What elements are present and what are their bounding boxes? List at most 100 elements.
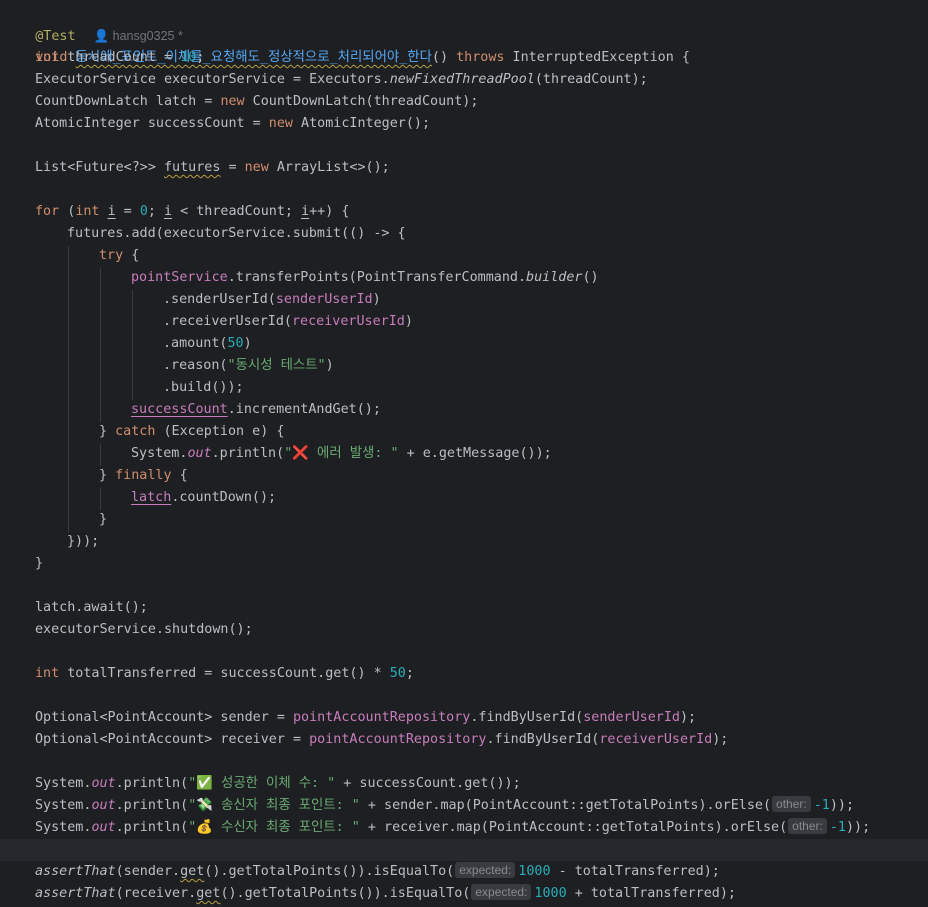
code-line[interactable]: .amount(50) [0,333,928,355]
kw: new [244,160,269,175]
kw: catch [115,424,156,439]
code-text: () [582,270,599,285]
code-text: System. [35,776,92,791]
code-line[interactable]: latch.await(); [0,597,928,619]
code-text: )); [829,798,855,813]
code-text: + e.getMessage()); [398,446,552,461]
code-line[interactable]: futures.add(executorService.submit(() ->… [0,223,928,245]
code-line[interactable]: try { [0,245,928,267]
code-text: Optional<PointAccount> sender = [35,710,293,725]
code-text: ++) { [309,204,350,219]
static-method: builder [526,270,583,285]
code-text: .println( [115,798,189,813]
code-line[interactable]: } catch (Exception e) { [0,421,928,443]
check-mark-icon: ✅ [196,776,213,791]
code-text: .amount( [163,336,228,351]
string-literal: 에러 발생: " [308,446,399,461]
code-text: .countDown(); [171,490,277,505]
code-line[interactable]: })); [0,531,928,553]
code-line[interactable]: @Test 👤 hansg0325 * [0,3,928,44]
num: 0 [139,204,148,219]
code-line[interactable]: System.out.println("❌ 에러 발생: " + e.getMe… [0,443,928,465]
code-line[interactable]: AtomicInteger successCount = new AtomicI… [0,113,928,135]
code-line[interactable]: .senderUserId(senderUserId) [0,289,928,311]
code-text: } [99,424,116,439]
code-text: totalTransferred = successCount.get() * [59,666,390,681]
code-line[interactable]: Optional<PointAccount> receiver = pointA… [0,729,928,751]
loop-var: i [301,204,310,219]
code-text: .senderUserId( [163,292,276,307]
code-text: System. [35,798,92,813]
code-text: } [99,512,108,527]
current-line[interactable] [0,839,928,861]
code-line[interactable]: int threadCount = 10; [0,47,928,69]
code-line[interactable]: for (int i = 0; i < threadCount; i++) { [0,201,928,223]
code-text: .println( [115,820,189,835]
code-line[interactable]: successCount.incrementAndGet(); [0,399,928,421]
code-line[interactable]: System.out.println("💰 수신자 최종 포인트: " + re… [0,817,928,839]
code-text: } [35,556,44,571]
code-text: { [171,468,188,483]
code-line[interactable]: List<Future<?>> futures = new ArrayList<… [0,157,928,179]
num: 1000 [518,864,551,879]
kw: finally [115,468,172,483]
code-line[interactable]: .reason("동시성 테스트") [0,355,928,377]
num: -1 [829,820,846,835]
num: -1 [813,798,830,813]
code-line[interactable]: assertThat(receiver.get().getTotalPoints… [0,883,928,905]
code-line[interactable]: CountDownLatch latch = new CountDownLatc… [0,91,928,113]
code-line[interactable]: } finally { [0,465,928,487]
code-text: { [123,248,140,263]
code-text: ); [679,710,697,725]
code-text: )); [845,820,871,835]
num: 10 [180,50,197,65]
code-text: CountDownLatch(threadCount); [244,94,479,109]
code-line[interactable]: System.out.println("✅ 성공한 이체 수: " + succ… [0,773,928,795]
code-line[interactable]: latch.countDown(); [0,487,928,509]
code-text: })); [67,534,100,549]
code-line[interactable]: executorService.shutdown(); [0,619,928,641]
static-method: assertThat [35,886,116,901]
code-text: ) [372,292,381,307]
code-text: .incrementAndGet(); [227,402,381,417]
static-field: out [91,776,116,791]
code-text: CountDownLatch latch = [35,94,221,109]
code-line[interactable]: .build()); [0,377,928,399]
code-line[interactable]: int totalTransferred = successCount.get(… [0,663,928,685]
num: 1000 [534,886,567,901]
parameter-hint: other: [772,796,811,812]
code-text: .findByUserId( [486,732,600,747]
cross-mark-icon: ❌ [292,446,309,461]
field: receiverUserId [599,732,713,747]
string-literal: 송신자 최종 포인트: " [212,798,360,813]
code-line[interactable]: pointService.transferPoints(PointTransfe… [0,267,928,289]
loop-var: i [107,204,116,219]
code-text: (threadCount); [534,72,648,87]
code-text: .println( [211,446,285,461]
code-line[interactable]: } [0,553,928,575]
code-editor[interactable]: @Test 👤 hansg0325 * void 동시에_포인트_이체를_요청해도… [0,0,928,907]
code-line[interactable]: .receiverUserId(receiverUserId) [0,311,928,333]
code-text: < threadCount; [172,204,302,219]
kw: int [35,666,60,681]
static-field: out [91,820,116,835]
field: pointAccountRepository [309,732,487,747]
code-line[interactable]: } [0,509,928,531]
code-text: ); [712,732,729,747]
code-text: + sender.map(PointAccount::getTotalPoint… [359,798,772,813]
string-literal: "동시성 테스트" [227,358,326,373]
code-line[interactable]: System.out.println("💸 송신자 최종 포인트: " + se… [0,795,928,817]
field: latch [131,490,172,505]
kw: new [268,116,293,131]
code-text: threadCount = [59,50,181,65]
method-signature[interactable]: void 동시에_포인트_이체를_요청해도_정상적으로_처리되어야_한다() t… [0,25,928,65]
code-line[interactable]: assertThat(sender.get().getTotalPoints()… [0,861,928,883]
parameter-hint: expected: [471,884,532,900]
code-line[interactable]: Optional<PointAccount> sender = pointAcc… [0,707,928,729]
code-text: (sender. [115,864,181,879]
field: successCount [131,402,228,417]
code-text: + receiver.map(PointAccount::getTotalPoi… [359,820,788,835]
kw: try [99,248,124,263]
code-line[interactable]: ExecutorService executorService = Execut… [0,69,928,91]
